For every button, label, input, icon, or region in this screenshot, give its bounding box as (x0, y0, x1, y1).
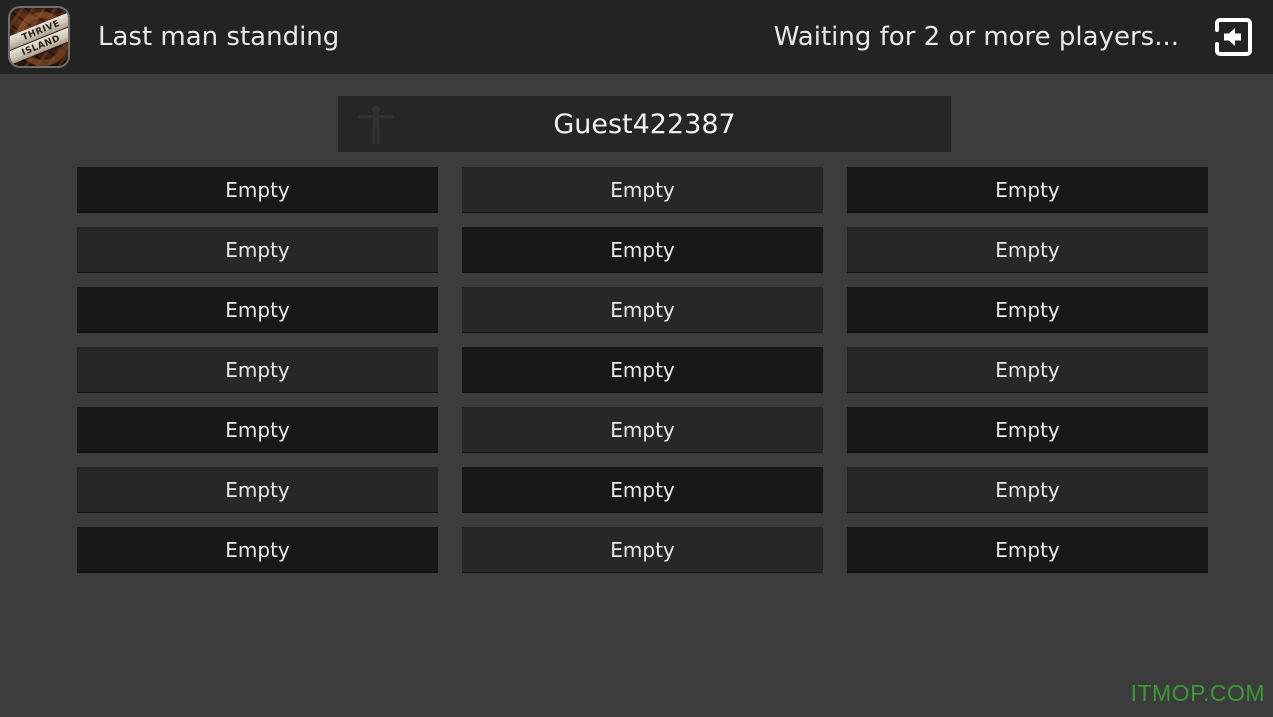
player-slot[interactable]: Empty (77, 407, 438, 453)
thrive-island-app-icon[interactable]: THRIVE ISLAND (8, 6, 70, 68)
player-slot[interactable]: Empty (462, 287, 823, 333)
player-slot[interactable]: Empty (462, 227, 823, 273)
site-watermark: ITMOP.COM (1130, 680, 1265, 706)
player-slot[interactable]: Empty (462, 527, 823, 573)
player-slot[interactable]: Empty (77, 527, 438, 573)
player-slot[interactable]: Empty (462, 467, 823, 513)
player-slot[interactable]: Empty (847, 287, 1208, 333)
player-slot[interactable]: Empty (847, 347, 1208, 393)
player-slot-grid: Empty Empty Empty Empty Empty Empty Empty Empty… (77, 167, 1210, 573)
player-slot[interactable]: Empty (77, 287, 438, 333)
player-silhouette-icon (358, 105, 394, 144)
player-slot[interactable]: Empty (462, 407, 823, 453)
player-slot[interactable]: Empty (847, 467, 1208, 513)
player-slot[interactable]: Empty (77, 347, 438, 393)
player-slot[interactable]: Empty (77, 467, 438, 513)
status-text: Waiting for 2 or more players... (773, 22, 1179, 52)
page-title: Last man standing (98, 22, 340, 52)
player-slot[interactable]: Empty (462, 347, 823, 393)
player-slot[interactable]: Empty (847, 167, 1208, 213)
player-name-bar[interactable]: Guest422387 (338, 96, 951, 152)
app-header: THRIVE ISLAND Last man standing Waiting … (0, 0, 1273, 74)
player-slot[interactable]: Empty (77, 167, 438, 213)
player-slot[interactable]: Empty (77, 227, 438, 273)
player-slot[interactable]: Empty (462, 167, 823, 213)
player-slot[interactable]: Empty (847, 407, 1208, 453)
exit-door-arrow-icon[interactable] (1209, 13, 1257, 61)
player-name-label: Guest422387 (553, 108, 736, 140)
player-slot[interactable]: Empty (847, 527, 1208, 573)
player-slot[interactable]: Empty (847, 227, 1208, 273)
